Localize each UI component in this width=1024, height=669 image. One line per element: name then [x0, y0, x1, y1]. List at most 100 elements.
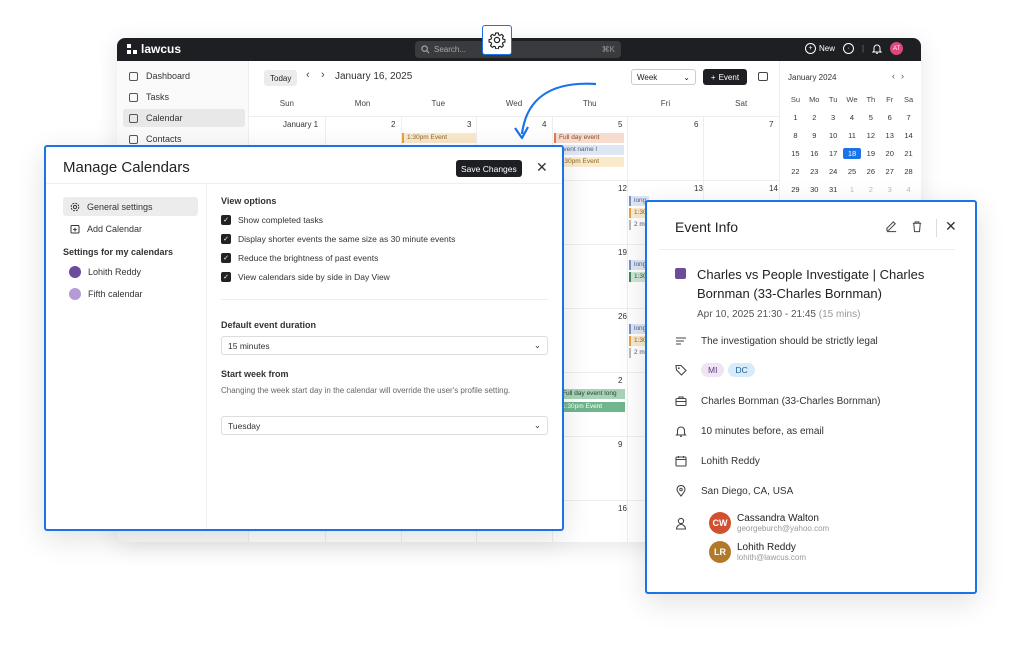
day-number[interactable]: 2 — [618, 376, 622, 385]
checkbox-checked-icon[interactable]: ✓ — [221, 215, 231, 225]
calendar-event[interactable]: Event name l — [554, 145, 624, 155]
day-number[interactable]: 3 — [467, 120, 471, 129]
attendee-item[interactable]: CW Cassandra Walton georgeburch@yahoo.co… — [709, 512, 829, 534]
calendar-item[interactable]: Lohith Reddy — [69, 266, 141, 278]
option-shorter-events[interactable]: ✓ Display shorter events the same size a… — [221, 234, 455, 244]
bell-icon[interactable] — [872, 43, 883, 54]
sidebar-item-dashboard[interactable]: Dashboard — [123, 67, 245, 85]
calendar-event[interactable]: Full day event long — [557, 389, 625, 399]
close-icon[interactable]: ✕ — [536, 159, 548, 176]
chevron-left-icon[interactable]: ‹ — [306, 69, 310, 81]
mini-calendar-day[interactable]: 11 — [843, 130, 862, 141]
mini-calendar-day[interactable]: 9 — [805, 130, 824, 141]
mini-calendar-day[interactable]: 4 — [899, 184, 918, 195]
mini-calendar-day[interactable]: 15 — [786, 148, 805, 159]
calendar-item[interactable]: Fifth calendar — [69, 288, 143, 300]
view-select[interactable]: Week ⌄ — [631, 69, 696, 85]
day-number[interactable]: 5 — [618, 120, 622, 129]
mini-calendar-day[interactable]: 30 — [805, 184, 824, 195]
mini-calendar-day[interactable]: 3 — [824, 112, 843, 123]
mini-calendar-day[interactable]: 27 — [880, 166, 899, 177]
mini-calendar-day[interactable]: 29 — [786, 184, 805, 195]
settings-gear-button[interactable] — [482, 25, 512, 55]
mini-calendar-day[interactable]: 21 — [899, 148, 918, 159]
user-avatar[interactable]: AT — [890, 42, 904, 55]
mini-calendar-day[interactable]: 25 — [843, 166, 862, 177]
checkbox-checked-icon[interactable]: ✓ — [221, 272, 231, 282]
day-number[interactable]: 26 — [618, 312, 627, 321]
mini-calendar-day[interactable]: 6 — [880, 112, 899, 123]
panel-toggle-icon[interactable] — [758, 72, 768, 81]
today-button[interactable]: Today — [264, 70, 298, 86]
event-description: The investigation should be strictly leg… — [701, 335, 878, 347]
sidebar-item-calendar[interactable]: Calendar — [123, 109, 245, 127]
mini-calendar-day[interactable]: 17 — [824, 148, 843, 159]
mini-calendar-day[interactable]: 19 — [861, 148, 880, 159]
checkbox-checked-icon[interactable]: ✓ — [221, 234, 231, 244]
mini-calendar-day[interactable]: 14 — [899, 130, 918, 141]
tag-badge[interactable]: DC — [728, 363, 755, 377]
option-reduce-brightness[interactable]: ✓ Reduce the brightness of past events — [221, 253, 378, 263]
sidebar-item-tasks[interactable]: Tasks — [123, 88, 245, 106]
mini-calendar-day[interactable]: 20 — [880, 148, 899, 159]
chevron-down-icon: ⌄ — [533, 420, 541, 430]
close-icon[interactable]: ✕ — [945, 218, 957, 235]
attendee-item[interactable]: LR Lohith Reddy lohith@lawcus.com — [709, 541, 806, 563]
day-number[interactable]: 14 — [769, 184, 778, 193]
day-number[interactable]: 12 — [618, 184, 627, 193]
day-number[interactable]: January 1 — [283, 120, 318, 129]
search-input[interactable]: Search... ⌘K — [415, 41, 621, 58]
mini-calendar-day[interactable]: 24 — [824, 166, 843, 177]
mini-calendar-day[interactable]: 7 — [899, 112, 918, 123]
day-number[interactable]: 16 — [618, 504, 627, 513]
checkbox-checked-icon[interactable]: ✓ — [221, 253, 231, 263]
option-show-completed[interactable]: ✓ Show completed tasks — [221, 215, 323, 225]
app-logo[interactable]: lawcus — [127, 42, 181, 56]
timer-icon[interactable]: · — [843, 43, 855, 54]
mini-calendar-day[interactable]: 1 — [786, 112, 805, 123]
save-changes-button[interactable]: Save Changes — [456, 160, 522, 177]
duration-select[interactable]: 15 minutes ⌄ — [221, 336, 548, 355]
option-side-by-side[interactable]: ✓ View calendars side by side in Day Vie… — [221, 272, 390, 282]
day-number[interactable]: 13 — [694, 184, 703, 193]
new-button[interactable]: + New — [805, 43, 835, 54]
calendar-event[interactable]: 1:30pm Event — [402, 133, 476, 143]
event-matter[interactable]: Charles Bornman (33-Charles Bornman) — [701, 396, 881, 407]
mini-calendar-day[interactable]: 12 — [861, 130, 880, 141]
day-number[interactable]: 19 — [618, 248, 627, 257]
day-number[interactable]: 2 — [391, 120, 395, 129]
calendar-event[interactable]: 1:30pm Event — [554, 157, 624, 167]
event-reminder-row: 10 minutes before, as email — [675, 425, 824, 437]
chevron-left-icon[interactable]: ‹ — [892, 71, 901, 81]
nav-general-settings[interactable]: General settings — [63, 197, 198, 216]
mini-calendar-day[interactable]: 16 — [805, 148, 824, 159]
mini-calendar-day[interactable]: 31 — [824, 184, 843, 195]
mini-calendar-day[interactable]: 28 — [899, 166, 918, 177]
tag-badge[interactable]: MI — [701, 363, 725, 377]
chevron-right-icon[interactable]: › — [321, 69, 325, 81]
edit-icon[interactable] — [885, 220, 898, 233]
mini-calendar-day[interactable]: 4 — [843, 112, 862, 123]
mini-calendar-nav[interactable]: ‹› — [892, 71, 910, 81]
mini-calendar-day[interactable]: 8 — [786, 130, 805, 141]
week-start-select[interactable]: Tuesday ⌄ — [221, 416, 548, 435]
mini-calendar-day[interactable]: 10 — [824, 130, 843, 141]
mini-calendar-day[interactable]: 22 — [786, 166, 805, 177]
calendar-event[interactable]: 1:30pm Event — [557, 402, 625, 412]
mini-calendar-day[interactable]: 1 — [843, 184, 862, 195]
mini-calendar-day[interactable]: 5 — [861, 112, 880, 123]
mini-calendar-day[interactable]: 23 — [805, 166, 824, 177]
mini-calendar-day[interactable]: 18 — [842, 148, 862, 159]
nav-add-calendar[interactable]: Add Calendar — [63, 219, 198, 238]
mini-calendar-day[interactable]: 3 — [880, 184, 899, 195]
mini-calendar-day[interactable]: 2 — [861, 184, 880, 195]
trash-icon[interactable] — [911, 220, 923, 233]
day-number[interactable]: 6 — [694, 120, 698, 129]
day-number[interactable]: 9 — [618, 440, 622, 449]
add-event-button[interactable]: + Event — [703, 69, 747, 85]
mini-calendar-day[interactable]: 2 — [805, 112, 824, 123]
mini-calendar-day[interactable]: 13 — [880, 130, 899, 141]
day-number[interactable]: 7 — [769, 120, 773, 129]
mini-calendar-day[interactable]: 26 — [861, 166, 880, 177]
chevron-right-icon[interactable]: › — [901, 71, 910, 81]
